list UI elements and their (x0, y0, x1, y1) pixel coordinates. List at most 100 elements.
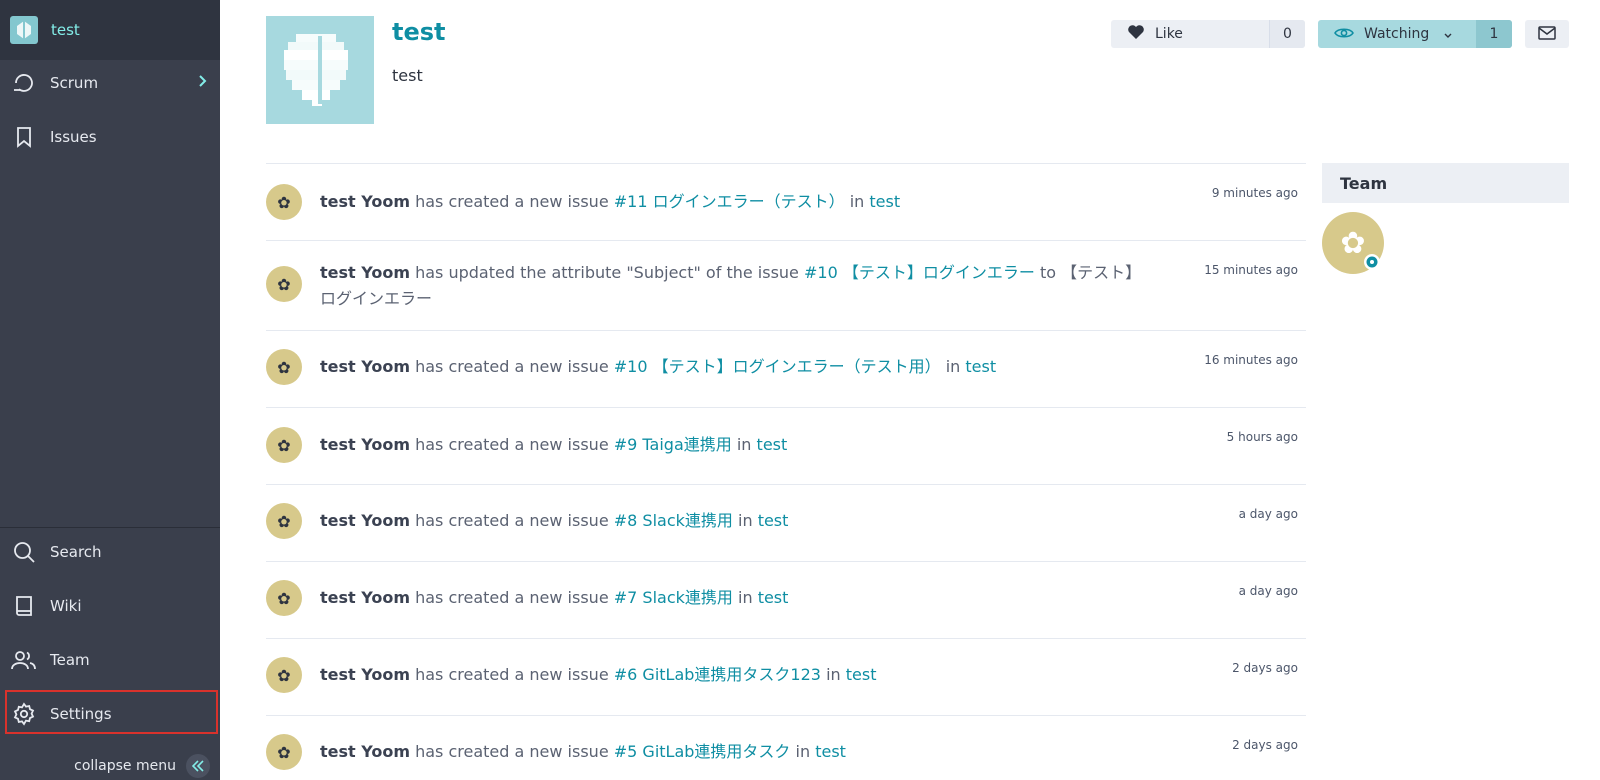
list-item: ✿ test Yoom has created a new issue #7 S… (266, 561, 1306, 638)
sidebar-item-label: Scrum (50, 74, 99, 92)
sidebar-item-settings[interactable]: Settings (0, 688, 220, 740)
activity-mid: in (945, 357, 961, 376)
activity-user[interactable]: test Yoom (320, 192, 410, 211)
chevron-down-icon[interactable] (1443, 25, 1453, 44)
activity-action: has created a new issue (415, 588, 609, 607)
sidebar-item-scrum[interactable]: Scrum (0, 57, 220, 109)
activity-user[interactable]: test Yoom (320, 357, 410, 376)
sidebar-item-label: Issues (50, 128, 97, 146)
activity-time: 9 minutes ago (1211, 186, 1298, 200)
activity-mid: in (738, 511, 753, 530)
activity-mid: in (826, 665, 841, 684)
project-description: test (392, 66, 423, 85)
user-avatar-icon: ✿ (277, 665, 291, 685)
watch-count: 1 (1476, 20, 1512, 48)
activity-user[interactable]: test Yoom (320, 511, 410, 530)
sidebar-project[interactable]: test (0, 0, 220, 60)
issue-link[interactable]: #5 GitLab連携用タスク (614, 742, 791, 761)
issue-link[interactable]: #11 ログインエラー（テスト） (614, 192, 845, 211)
avatar[interactable]: ✿ (266, 427, 302, 463)
avatar[interactable]: ✿ (266, 734, 302, 770)
activity-text: test Yoom has created a new issue #8 Sla… (320, 508, 1120, 534)
avatar[interactable]: ✿ (266, 349, 302, 385)
activity-action: has updated the attribute "Subject" of t… (415, 263, 799, 282)
avatar[interactable]: ✿ (266, 266, 302, 302)
mail-icon (1538, 25, 1556, 44)
avatar[interactable]: ✿ (266, 657, 302, 693)
user-avatar-icon: ✿ (277, 192, 291, 212)
chevron-right-icon (198, 74, 208, 92)
activity-mid: in (736, 435, 752, 454)
project-link[interactable]: test (758, 588, 789, 607)
activity-action: has created a new issue (415, 192, 609, 211)
project-link[interactable]: test (815, 742, 846, 761)
project-link[interactable]: test (758, 511, 789, 530)
avatar[interactable]: ✿ (266, 184, 302, 220)
project-link[interactable]: test (965, 357, 996, 376)
team-icon (11, 647, 37, 673)
issue-link[interactable]: #8 Slack連携用 (614, 511, 733, 530)
activity-text: test Yoom has created a new issue #10 【テ… (320, 354, 1120, 380)
issue-link[interactable]: #9 Taiga連携用 (614, 435, 732, 454)
list-item: ✿ test Yoom has created a new issue #8 S… (266, 484, 1306, 561)
activity-user[interactable]: test Yoom (320, 263, 410, 282)
issue-link[interactable]: #7 Slack連携用 (614, 588, 733, 607)
sidebar-item-search[interactable]: Search (0, 526, 220, 578)
bookmark-icon (11, 124, 37, 150)
user-avatar-icon: ✿ (277, 435, 291, 455)
activity-user[interactable]: test Yoom (320, 588, 410, 607)
user-avatar-icon: ✿ (277, 742, 291, 762)
activity-user[interactable]: test Yoom (320, 742, 410, 761)
activity-action: has created a new issue (415, 742, 609, 761)
like-button[interactable]: Like 0 (1111, 20, 1305, 48)
project-link[interactable]: test (869, 192, 900, 211)
issue-link[interactable]: #10 【テスト】ログインエラー (804, 263, 1035, 282)
page-title[interactable]: test (392, 18, 446, 46)
activity-mid: in (738, 588, 753, 607)
avatar[interactable]: ✿ (266, 503, 302, 539)
activity-time: 2 days ago (1232, 738, 1298, 752)
activity-time: 2 days ago (1232, 661, 1298, 675)
activity-time: a day ago (1238, 507, 1298, 521)
list-item: ✿ test Yoom has updated the attribute "S… (266, 240, 1306, 330)
activity-mid: to (1039, 263, 1056, 282)
sidebar-item-label: Wiki (50, 597, 82, 615)
activity-mid: in (795, 742, 811, 761)
project-avatar (266, 16, 374, 124)
user-avatar-icon: ✿ (277, 357, 291, 377)
sidebar-project-name: test (51, 21, 80, 39)
gear-icon (11, 701, 37, 727)
user-avatar-icon: ✿ (277, 511, 291, 531)
like-label: Like (1155, 26, 1183, 42)
activity-time: 5 hours ago (1226, 430, 1298, 444)
activity-text: test Yoom has created a new issue #7 Sla… (320, 585, 1120, 611)
scrum-cycle-icon (11, 70, 37, 96)
user-avatar-icon: ✿ (1340, 225, 1366, 261)
activity-action: has created a new issue (415, 511, 609, 530)
list-item: ✿ test Yoom has created a new issue #5 G… (266, 715, 1306, 780)
activity-action: has created a new issue (415, 665, 609, 684)
collapse-menu[interactable]: collapse menu (0, 752, 220, 780)
activity-time: 15 minutes ago (1204, 263, 1298, 277)
activity-user[interactable]: test Yoom (320, 665, 410, 684)
double-chevron-left-icon[interactable] (186, 754, 210, 778)
watch-button[interactable]: Watching 1 (1318, 20, 1512, 48)
activity-text: test Yoom has updated the attribute "Sub… (320, 260, 1135, 312)
avatar[interactable]: ✿ (266, 580, 302, 616)
sidebar-item-team[interactable]: Team (0, 634, 220, 686)
project-link[interactable]: test (757, 435, 788, 454)
contact-button[interactable] (1525, 20, 1569, 48)
issue-link[interactable]: #10 【テスト】ログインエラー（テスト用） (614, 357, 941, 376)
sidebar-item-wiki[interactable]: Wiki (0, 580, 220, 632)
watch-label: Watching (1364, 26, 1430, 42)
sidebar-item-issues[interactable]: Issues (0, 111, 220, 163)
activity-time: 16 minutes ago (1204, 353, 1298, 367)
issue-link[interactable]: #6 GitLab連携用タスク123 (614, 665, 821, 684)
activity-text: test Yoom has created a new issue #9 Tai… (320, 432, 1120, 458)
book-icon (11, 593, 37, 619)
team-header: Team (1322, 163, 1569, 203)
project-link[interactable]: test (846, 665, 877, 684)
activity-user[interactable]: test Yoom (320, 435, 410, 454)
activity-mid: in (849, 192, 865, 211)
activity-action: has created a new issue (415, 357, 609, 376)
